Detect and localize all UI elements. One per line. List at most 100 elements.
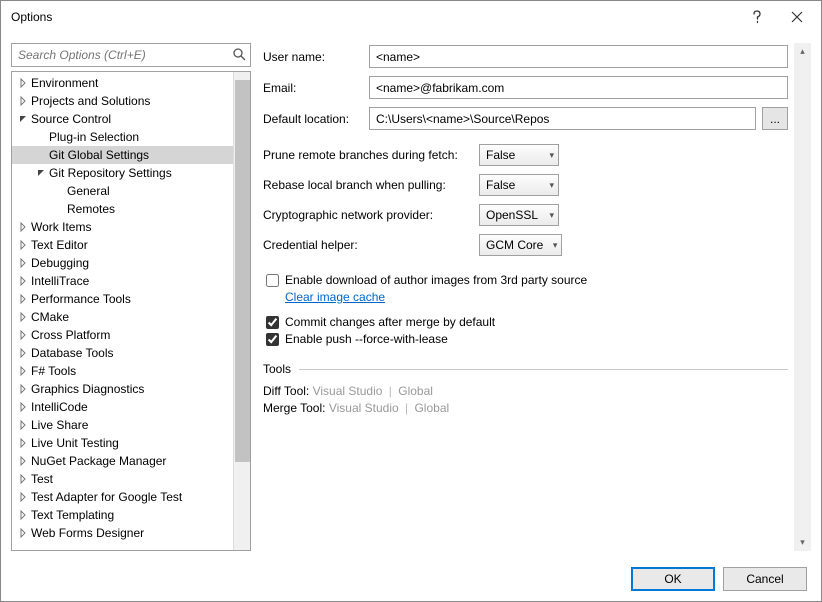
diff-tool-label: Diff Tool: <box>263 384 309 398</box>
tree-item[interactable]: Performance Tools <box>12 290 233 308</box>
tree-item[interactable]: Graphics Diagnostics <box>12 380 233 398</box>
tree-item[interactable]: Git Repository Settings <box>12 164 233 182</box>
tree-scrollbar[interactable] <box>233 72 250 550</box>
twisty-collapsed-icon[interactable] <box>16 220 30 234</box>
twisty-collapsed-icon[interactable] <box>16 490 30 504</box>
location-input[interactable] <box>369 107 756 130</box>
settings-panel: User name: Email: Default location: ... … <box>261 43 794 551</box>
enable-images-label: Enable download of author images from 3r… <box>285 273 587 287</box>
twisty-collapsed-icon[interactable] <box>16 472 30 486</box>
close-icon <box>791 11 803 23</box>
cred-select[interactable]: GCM Core▾ <box>479 234 562 256</box>
tree-item[interactable]: IntelliCode <box>12 398 233 416</box>
commit-merge-checkbox[interactable] <box>266 316 279 329</box>
tree-item[interactable]: Test <box>12 470 233 488</box>
twisty-collapsed-icon[interactable] <box>16 76 30 90</box>
merge-tool-label: Merge Tool: <box>263 401 325 415</box>
twisty-expanded-icon[interactable] <box>34 166 48 180</box>
username-input[interactable] <box>369 45 788 68</box>
cancel-button[interactable]: Cancel <box>723 567 807 591</box>
tree-item[interactable]: Work Items <box>12 218 233 236</box>
tree-item[interactable]: F# Tools <box>12 362 233 380</box>
help-button[interactable] <box>737 3 777 31</box>
clear-cache-link[interactable]: Clear image cache <box>285 290 385 304</box>
options-tree[interactable]: EnvironmentProjects and Solutions Source … <box>12 72 233 550</box>
crypto-select[interactable]: OpenSSL▾ <box>479 204 559 226</box>
tree-item-label: Git Repository Settings <box>49 166 172 180</box>
username-label: User name: <box>263 50 363 64</box>
twisty-collapsed-icon[interactable] <box>16 418 30 432</box>
twisty-collapsed-icon[interactable] <box>16 526 30 540</box>
search-icon[interactable] <box>232 47 246 61</box>
ok-button[interactable]: OK <box>631 567 715 591</box>
tree-item[interactable]: NuGet Package Manager <box>12 452 233 470</box>
tree-item-label: Test Adapter for Google Test <box>31 490 182 504</box>
tree-item[interactable]: Cross Platform <box>12 326 233 344</box>
tree-item-label: Debugging <box>31 256 89 270</box>
row-cred: Credential helper: GCM Core▾ <box>263 234 788 256</box>
panel-scrollbar[interactable]: ▴ ▾ <box>794 43 811 551</box>
chevron-down-icon: ▾ <box>549 180 554 191</box>
twisty-collapsed-icon[interactable] <box>16 436 30 450</box>
twisty-collapsed-icon[interactable] <box>16 94 30 108</box>
tree-item[interactable]: Remotes <box>12 200 233 218</box>
check-enable-images: Enable download of author images from 3r… <box>263 273 788 287</box>
twisty-collapsed-icon[interactable] <box>16 328 30 342</box>
twisty-collapsed-icon[interactable] <box>16 382 30 396</box>
diff-tool-global[interactable]: Global <box>398 384 433 398</box>
twisty-collapsed-icon[interactable] <box>16 292 30 306</box>
merge-tool-global[interactable]: Global <box>414 401 449 415</box>
row-username: User name: <box>263 45 788 68</box>
row-prune: Prune remote branches during fetch: Fals… <box>263 144 788 166</box>
close-button[interactable] <box>777 3 817 31</box>
twisty-collapsed-icon[interactable] <box>16 346 30 360</box>
enable-images-checkbox[interactable] <box>266 274 279 287</box>
diff-tool-vs[interactable]: Visual Studio <box>313 384 383 398</box>
tree-item[interactable]: Source Control <box>12 110 233 128</box>
twisty-collapsed-icon[interactable] <box>16 508 30 522</box>
twisty-collapsed-icon[interactable] <box>16 400 30 414</box>
twisty-collapsed-icon[interactable] <box>16 256 30 270</box>
tree-item[interactable]: Plug-in Selection <box>12 128 233 146</box>
titlebar: Options <box>1 1 821 33</box>
tree-item[interactable]: Web Forms Designer <box>12 524 233 542</box>
twisty-collapsed-icon[interactable] <box>16 238 30 252</box>
tree-item[interactable]: Live Share <box>12 416 233 434</box>
options-dialog: Options EnvironmentProjects and Solution… <box>0 0 822 602</box>
tree-item-label: Source Control <box>31 112 111 126</box>
twisty-collapsed-icon[interactable] <box>16 364 30 378</box>
tree-item[interactable]: Test Adapter for Google Test <box>12 488 233 506</box>
tree-item[interactable]: Projects and Solutions <box>12 92 233 110</box>
prune-select[interactable]: False▾ <box>479 144 559 166</box>
browse-button[interactable]: ... <box>762 107 788 130</box>
force-lease-checkbox[interactable] <box>266 333 279 346</box>
twisty-collapsed-icon[interactable] <box>16 454 30 468</box>
prune-label: Prune remote branches during fetch: <box>263 148 473 162</box>
search-input[interactable] <box>12 44 250 66</box>
row-rebase: Rebase local branch when pulling: False▾ <box>263 174 788 196</box>
email-input[interactable] <box>369 76 788 99</box>
chevron-down-icon: ▾ <box>549 210 554 221</box>
tools-section-label: Tools <box>263 362 291 376</box>
tree-item[interactable]: IntelliTrace <box>12 272 233 290</box>
twisty-collapsed-icon[interactable] <box>16 310 30 324</box>
scroll-up-icon[interactable]: ▴ <box>794 43 811 60</box>
merge-tool-vs[interactable]: Visual Studio <box>329 401 399 415</box>
twisty-expanded-icon[interactable] <box>16 112 30 126</box>
tree-item-label: IntelliCode <box>31 400 88 414</box>
location-label: Default location: <box>263 112 363 126</box>
tree-item[interactable]: Text Editor <box>12 236 233 254</box>
force-lease-label: Enable push --force-with-lease <box>285 332 448 346</box>
tree-item[interactable]: Git Global Settings <box>12 146 233 164</box>
tree-item[interactable]: Debugging <box>12 254 233 272</box>
tree-item[interactable]: Database Tools <box>12 344 233 362</box>
tree-item[interactable]: Environment <box>12 74 233 92</box>
twisty-collapsed-icon[interactable] <box>16 274 30 288</box>
tree-item[interactable]: Text Templating <box>12 506 233 524</box>
tree-item[interactable]: Live Unit Testing <box>12 434 233 452</box>
tree-item[interactable]: General <box>12 182 233 200</box>
rebase-select[interactable]: False▾ <box>479 174 559 196</box>
scroll-down-icon[interactable]: ▾ <box>794 534 811 551</box>
tree-item[interactable]: CMake <box>12 308 233 326</box>
tree-wrap: EnvironmentProjects and Solutions Source … <box>11 71 251 551</box>
